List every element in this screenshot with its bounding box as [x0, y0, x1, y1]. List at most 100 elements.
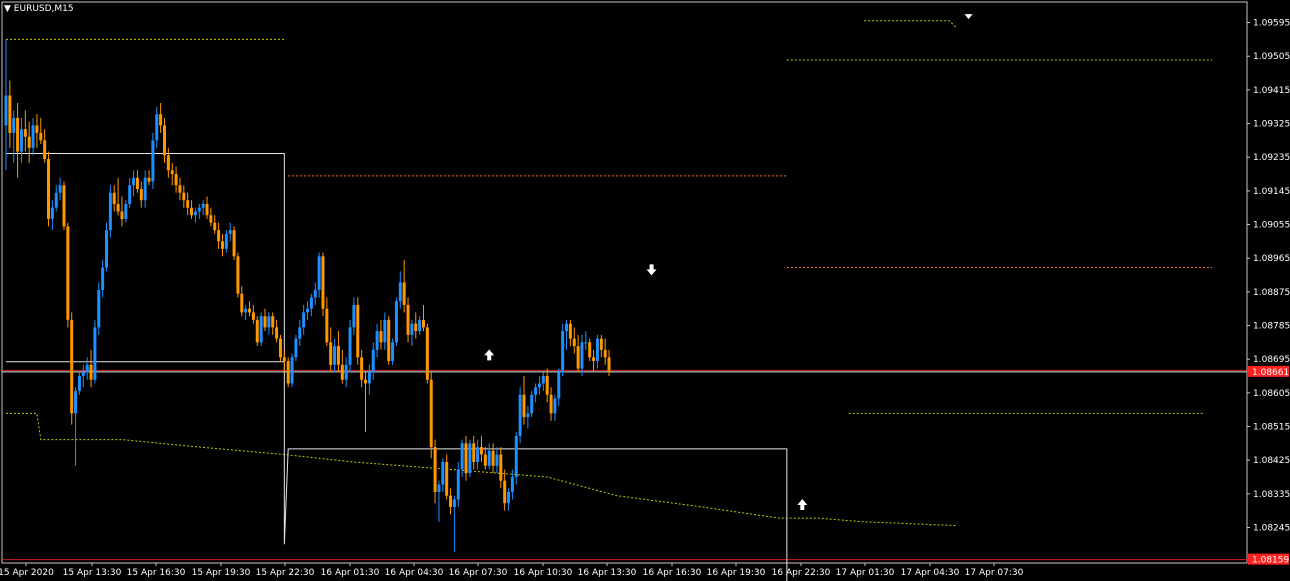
- candle-body: [93, 327, 97, 380]
- candle-body: [232, 230, 236, 257]
- candle-body: [116, 203, 120, 212]
- candle-body: [263, 316, 267, 328]
- candle-body: [425, 327, 429, 380]
- candle-body: [58, 185, 62, 193]
- candle-body: [155, 114, 159, 141]
- candle-body: [360, 357, 364, 380]
- x-axis-tick-label: 16 Apr 19:30: [707, 568, 766, 578]
- candle-body: [565, 323, 569, 332]
- candle-body: [394, 301, 398, 343]
- candle-body: [35, 125, 39, 133]
- candle-body: [108, 192, 112, 231]
- candle-body: [162, 125, 166, 156]
- candle-body: [464, 443, 468, 474]
- candle-body: [97, 289, 101, 328]
- x-axis-tick-label: 17 Apr 01:30: [836, 568, 895, 578]
- y-axis-tick-label: 1.09235: [1253, 153, 1290, 163]
- candle-body: [302, 312, 306, 328]
- candle-body: [364, 379, 368, 384]
- y-axis-tick-label: 1.08875: [1253, 288, 1290, 298]
- y-axis-tick-label: 1.08695: [1253, 355, 1290, 365]
- plot-frame: [1, 1, 1248, 564]
- candle-body: [410, 323, 414, 335]
- candle-body: [317, 256, 321, 290]
- x-axis-tick-label: 16 Apr 16:30: [643, 568, 702, 578]
- candle-body: [603, 349, 607, 358]
- candle-body: [367, 372, 371, 384]
- x-axis-tick-label: 15 Apr 16:30: [127, 568, 186, 578]
- candle-body: [483, 454, 487, 466]
- price-chart[interactable]: 1.09595 1.09505 1.09415 1.09325 1.09235 1.091…: [0, 0, 1290, 581]
- candle-body: [19, 129, 23, 152]
- candle-body: [437, 484, 441, 492]
- candle-body: [112, 192, 116, 204]
- candle-body: [595, 338, 599, 362]
- candle-body: [518, 394, 522, 436]
- lower-level-price-tag: 1.08159: [1252, 556, 1289, 566]
- candle-body: [452, 499, 456, 507]
- candle-body: [224, 233, 228, 249]
- candle-body: [336, 346, 340, 365]
- y-axis-tick-label: 1.09415: [1253, 86, 1290, 96]
- candle-body: [294, 338, 298, 358]
- candle-body: [228, 230, 232, 234]
- x-axis-tick-label: 16 Apr 10:30: [514, 568, 573, 578]
- candle-body: [433, 447, 437, 492]
- candle-body: [190, 207, 194, 216]
- candle-body: [541, 376, 545, 384]
- candle-body: [356, 304, 360, 358]
- candle-body: [379, 331, 383, 343]
- candle-body: [217, 230, 221, 242]
- candle-body: [588, 342, 592, 358]
- candle-body: [352, 304, 356, 328]
- candle-body: [209, 215, 213, 223]
- candle-body: [576, 346, 580, 369]
- candle-body: [557, 372, 561, 399]
- candle-body: [201, 203, 205, 208]
- candle-body: [236, 256, 240, 294]
- candle-body: [476, 447, 480, 463]
- candle-body: [275, 327, 279, 339]
- candle-body: [143, 177, 147, 201]
- candle-body: [503, 480, 507, 504]
- candle-body: [89, 364, 93, 380]
- candle-body: [255, 319, 259, 343]
- candle-body: [166, 155, 170, 171]
- candle-body: [205, 203, 209, 216]
- candle-body: [313, 289, 317, 298]
- y-axis-tick-label: 1.09505: [1253, 52, 1290, 62]
- candle-body: [321, 256, 325, 309]
- candle-body: [507, 491, 511, 504]
- down-arrow-icon: [646, 264, 657, 276]
- candle-body: [128, 185, 132, 204]
- y-axis-tick-label: 1.08245: [1253, 523, 1290, 533]
- candle-body: [135, 177, 139, 189]
- candle-body: [259, 316, 263, 343]
- y-axis-tick-label: 1.08965: [1253, 254, 1290, 264]
- x-axis-tick-label: 15 Apr 2020: [0, 568, 54, 578]
- candle-body: [460, 443, 464, 470]
- candle-body: [414, 323, 418, 332]
- y-axis-tick-label: 1.09145: [1253, 187, 1290, 197]
- candle-body: [244, 308, 248, 313]
- candle-body: [584, 342, 588, 344]
- y-axis-tick-label: 1.08785: [1253, 322, 1290, 332]
- y-axis-tick-label: 1.08605: [1253, 389, 1290, 399]
- candle-body: [182, 192, 186, 201]
- candle-body: [240, 293, 244, 313]
- x-axis-tick-label: 15 Apr 13:30: [63, 568, 122, 578]
- candle-body: [267, 316, 271, 328]
- candle-body: [510, 476, 514, 492]
- candle-body: [537, 383, 541, 388]
- x-axis-tick-label: 17 Apr 04:30: [901, 568, 960, 578]
- candle-body: [495, 454, 499, 466]
- candle-body: [85, 364, 89, 373]
- candle-body: [159, 114, 163, 126]
- candle-body: [568, 323, 572, 339]
- candle-body: [178, 185, 182, 193]
- candle-body: [124, 203, 128, 219]
- candle-body: [12, 117, 16, 133]
- x-axis-tick-label: 16 Apr 07:30: [449, 568, 508, 578]
- y-axis-tick-label: 1.09325: [1253, 120, 1290, 130]
- candle-body: [340, 364, 344, 380]
